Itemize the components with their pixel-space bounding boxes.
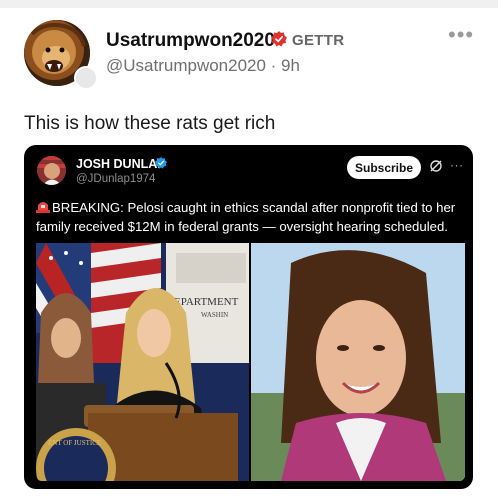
site-tag: GETTR xyxy=(292,32,345,49)
verified-blue-icon xyxy=(155,157,167,169)
washington-sign: WASHIN xyxy=(201,311,228,319)
embedded-headline: BREAKING: Pelosi caught in ethics scanda… xyxy=(36,200,456,234)
avatar-badge xyxy=(74,66,98,90)
verified-check-icon xyxy=(271,31,287,47)
grok-icon[interactable] xyxy=(429,159,443,173)
left-photo[interactable]: EPARTMENT WASHIN ENT OF JUSTICE xyxy=(36,243,249,481)
author-handle-time[interactable]: @Usatrumpwon2020 · 9h xyxy=(106,56,300,76)
right-photo[interactable] xyxy=(251,243,465,481)
author-name[interactable]: Usatrumpwon2020 xyxy=(106,30,275,52)
post-text: This is how these rats get rich xyxy=(24,113,276,134)
subscribe-button[interactable]: Subscribe xyxy=(347,156,421,179)
portrait-image xyxy=(251,243,465,481)
embedded-avatar-image xyxy=(37,156,66,185)
top-divider xyxy=(0,0,498,8)
doj-seal-text: ENT OF JUSTICE xyxy=(48,439,101,447)
embedded-more-icon[interactable]: ··· xyxy=(450,158,464,172)
embedded-post-card[interactable]: JOSH DUNLAP @JDunlap1974 Subscribe ··· B… xyxy=(24,145,473,489)
more-icon[interactable]: ••• xyxy=(448,24,474,46)
department-sign: EPARTMENT xyxy=(174,296,239,308)
press-conference-image: EPARTMENT WASHIN ENT OF JUSTICE xyxy=(36,243,249,481)
embedded-author-name[interactable]: JOSH DUNLAP xyxy=(76,157,166,171)
embedded-avatar[interactable] xyxy=(37,156,66,185)
embedded-handle[interactable]: @JDunlap1974 xyxy=(76,173,155,185)
